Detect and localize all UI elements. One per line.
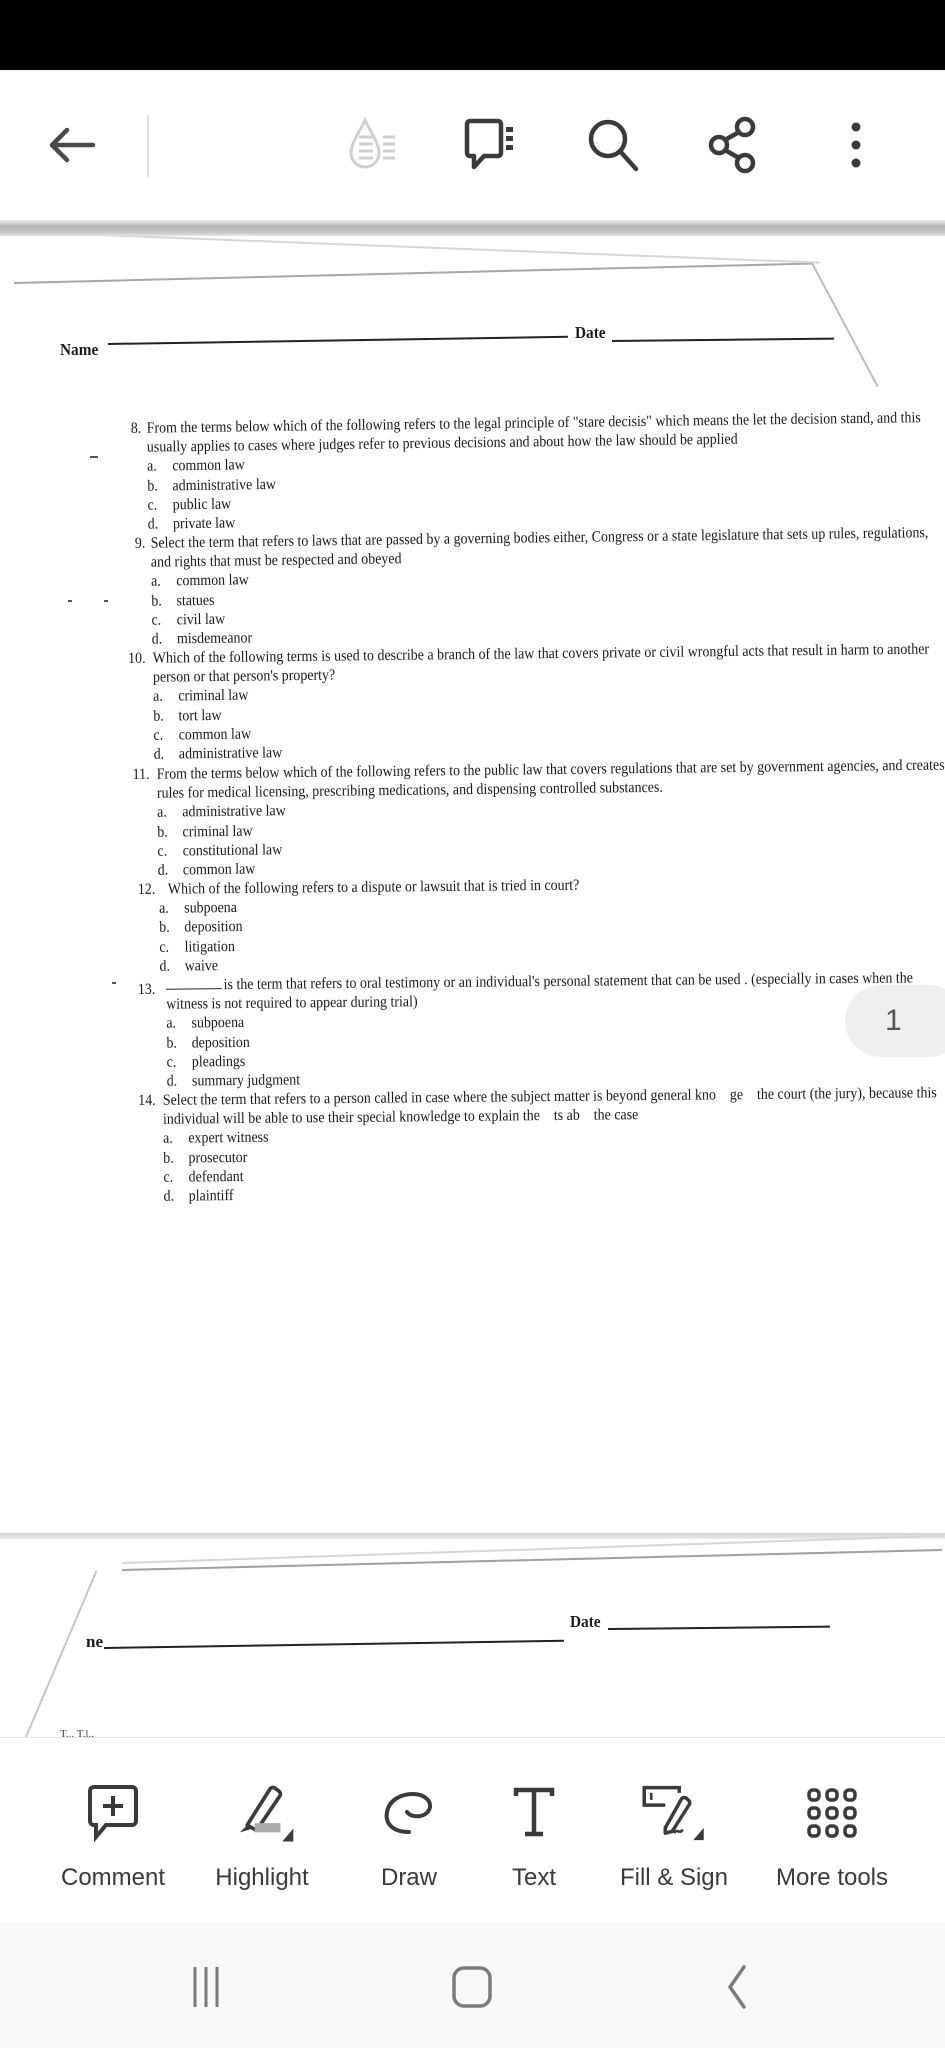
home-button[interactable] xyxy=(432,1952,512,2022)
tool-label: More tools xyxy=(775,1864,889,1891)
question-10: 10. Which of the following terms is used… xyxy=(127,641,929,765)
text-icon xyxy=(513,1787,555,1837)
comments-list-icon xyxy=(464,118,513,170)
date-field-line[interactable] xyxy=(611,337,834,342)
back-arrow-icon xyxy=(49,127,96,163)
fill-sign-tool-button[interactable]: Fill & Sign xyxy=(609,1778,739,1892)
recent-apps-icon xyxy=(193,1967,219,2007)
share-icon xyxy=(708,116,756,174)
text-tool-button[interactable]: Text xyxy=(469,1778,599,1892)
date-label: Date xyxy=(575,323,606,342)
status-bar xyxy=(0,0,945,70)
more-tools-grid-icon xyxy=(807,1788,857,1838)
comment-tool-button[interactable]: Comment xyxy=(48,1778,178,1892)
back-icon xyxy=(728,1965,746,2009)
more-options-button[interactable] xyxy=(826,115,886,175)
question-number: 8. xyxy=(130,419,142,437)
highlight-icon xyxy=(239,1785,294,1842)
page-separator xyxy=(0,1533,945,1539)
question-number: 10. xyxy=(128,650,146,668)
share-button[interactable] xyxy=(705,115,765,175)
question-14: 14. Select the term that refers to a per… xyxy=(138,1084,937,1206)
tool-label: Comment xyxy=(60,1864,166,1891)
question-list: 8. From the terms below which of the fol… xyxy=(0,409,945,1206)
comment-add-icon xyxy=(88,1785,138,1843)
name-field-line[interactable] xyxy=(107,335,568,345)
page-separator xyxy=(0,220,945,236)
document-viewport[interactable]: Name Date 8. From the terms below which … xyxy=(0,236,945,1736)
more-tools-button[interactable]: More tools xyxy=(767,1778,897,1892)
tool-label: Highlight xyxy=(215,1864,309,1891)
back-button[interactable] xyxy=(42,115,102,175)
question-number: 14. xyxy=(138,1091,156,1110)
draw-tool-button[interactable]: Draw xyxy=(344,1778,474,1892)
app-bar xyxy=(0,70,945,220)
name-label: Name xyxy=(60,340,99,359)
question-number: 12. xyxy=(137,880,156,898)
question-8: 8. From the terms below which of the fol… xyxy=(121,409,921,534)
question-9: 9. Select the term that refers to laws t… xyxy=(125,524,929,649)
question-13: 13. is the term that refers to oral test… xyxy=(134,969,913,1091)
liquid-mode-icon xyxy=(349,116,395,169)
page-edge-top xyxy=(13,262,814,284)
draw-icon xyxy=(384,1791,432,1834)
question-number: 11. xyxy=(132,765,150,783)
system-navigation-bar xyxy=(0,1922,945,2048)
recent-apps-button[interactable] xyxy=(166,1952,246,2022)
fill-sign-icon xyxy=(642,1785,704,1841)
page-edge-right xyxy=(811,262,879,388)
fill-in-blank[interactable] xyxy=(166,988,222,990)
annotation-toolbar: Comment Highlight Draw Text Fill & Sign … xyxy=(0,1737,945,1923)
search-icon xyxy=(588,119,639,172)
page-number-indicator[interactable]: 1 xyxy=(845,985,945,1057)
tool-label: Fill & Sign xyxy=(619,1864,729,1891)
date-label: Date xyxy=(570,1612,601,1631)
question-number: 9. xyxy=(134,534,146,553)
page-number: 1 xyxy=(885,1004,902,1037)
tool-label: Draw xyxy=(380,1864,437,1891)
tool-label: Text xyxy=(511,1864,556,1891)
question-12: 12. Which of the following refers to a d… xyxy=(134,873,865,976)
more-options-icon xyxy=(851,122,861,168)
search-button[interactable] xyxy=(584,115,644,175)
home-icon xyxy=(452,1966,492,2008)
highlight-tool-button[interactable]: Highlight xyxy=(197,1778,327,1892)
question-number: 13. xyxy=(137,980,156,998)
app-bar-divider xyxy=(147,115,149,177)
liquid-mode-button[interactable] xyxy=(345,115,405,175)
comments-list-button[interactable] xyxy=(462,115,522,175)
system-back-button[interactable] xyxy=(697,1952,777,2022)
page-edge-fold xyxy=(99,236,820,264)
name-label: ne xyxy=(86,1632,103,1651)
question-11: 11. From the terms below which of the fo… xyxy=(131,756,945,880)
